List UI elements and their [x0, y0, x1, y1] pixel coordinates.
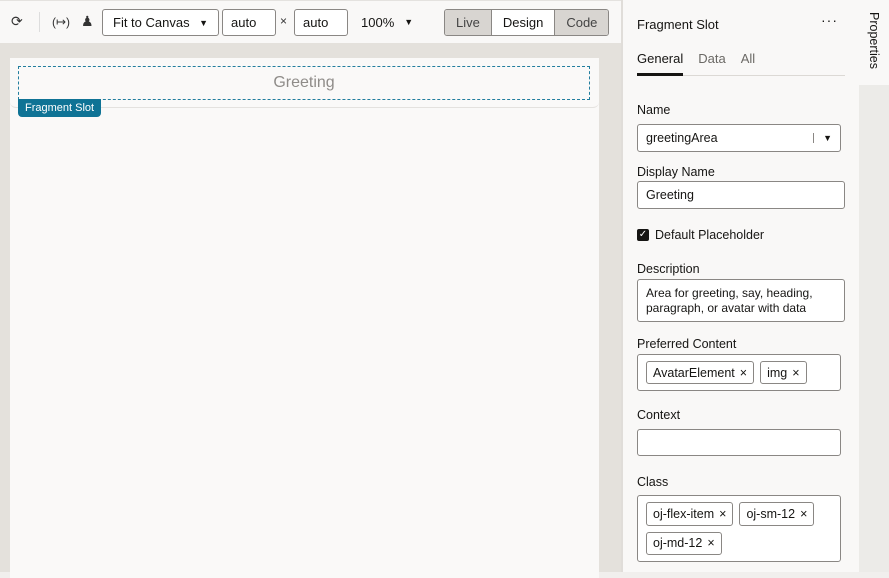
display-name-value: Greeting	[646, 188, 694, 202]
fragment-slot[interactable]: Greeting	[18, 66, 590, 100]
height-input[interactable]: auto	[294, 9, 348, 36]
class-label: Class	[637, 475, 669, 489]
mode-live[interactable]: Live	[445, 10, 491, 35]
chip-img: img ×	[760, 361, 807, 384]
context-input[interactable]	[637, 429, 841, 456]
name-label: Name	[637, 103, 671, 117]
refresh-icon[interactable]: ⟳	[11, 13, 23, 30]
zoom-dropdown[interactable]: 100% ▼	[361, 15, 413, 30]
chip-label: oj-sm-12	[746, 506, 796, 521]
chip-label: img	[767, 365, 788, 380]
chip-label: oj-md-12	[653, 536, 703, 551]
chip-class: oj-md-12 ×	[646, 531, 722, 555]
tab-general[interactable]: General	[637, 51, 684, 76]
zoom-value: 100%	[361, 15, 395, 30]
chevron-down-icon: ▼	[404, 17, 414, 27]
side-tab-label: Properties	[867, 12, 881, 69]
preferred-content-label: Preferred Content	[637, 337, 737, 351]
chip-class: oj-sm-12 ×	[739, 502, 815, 526]
name-select[interactable]: greetingArea ▼	[637, 124, 841, 152]
chip-avatarelement: AvatarElement ×	[646, 361, 755, 384]
display-name-input[interactable]: Greeting	[637, 181, 845, 209]
fit-to-canvas-dropdown[interactable]: Fit to Canvas ▼	[102, 9, 219, 36]
fragment-slot-tag: Fragment Slot	[18, 99, 102, 117]
panel-title: Fragment Slot	[637, 17, 719, 32]
slot-placeholder: Greeting	[273, 74, 335, 91]
remove-icon[interactable]: ×	[800, 507, 807, 521]
preferred-content-input[interactable]: AvatarElement × img ×	[637, 354, 841, 391]
display-name-label: Display Name	[637, 165, 715, 179]
properties-panel: Fragment Slot ··· General Data All Name …	[621, 0, 859, 572]
height-value: auto	[303, 15, 329, 30]
chip-label: oj-flex-item	[653, 506, 715, 521]
chip-class: oj-flex-item ×	[646, 502, 734, 526]
default-placeholder-label: Default Placeholder	[655, 228, 765, 242]
fit-label: Fit to Canvas	[113, 15, 190, 30]
more-icon[interactable]: ···	[821, 12, 838, 28]
mode-code[interactable]: Code	[555, 10, 609, 35]
mode-switch: Live Design Code	[444, 9, 610, 36]
description-textarea[interactable]: Area for greeting, say, heading, paragra…	[637, 279, 845, 322]
variables-icon[interactable]: (↦)	[52, 15, 70, 29]
times-icon: ×	[280, 14, 288, 28]
context-label: Context	[637, 408, 681, 422]
tab-all[interactable]: All	[741, 51, 755, 76]
design-canvas: Greeting Fragment Slot	[0, 43, 621, 578]
remove-icon[interactable]: ×	[719, 507, 726, 521]
name-value: greetingArea	[646, 131, 718, 145]
chevron-down-icon[interactable]: ▼	[813, 133, 832, 143]
chevron-down-icon: ▼	[199, 17, 208, 28]
remove-icon[interactable]: ×	[707, 536, 714, 550]
page-preview[interactable]: Greeting Fragment Slot	[10, 58, 599, 578]
properties-side-tab[interactable]: Properties	[859, 0, 889, 85]
description-value: Area for greeting, say, heading, paragra…	[646, 286, 813, 315]
default-placeholder-checkbox[interactable]: ✓ Default Placeholder	[637, 228, 764, 242]
description-label: Description	[637, 262, 700, 276]
remove-icon[interactable]: ×	[792, 366, 799, 380]
user-icon[interactable]: ♟	[81, 13, 94, 30]
remove-icon[interactable]: ×	[740, 366, 747, 380]
tab-data[interactable]: Data	[698, 51, 725, 76]
chip-label: AvatarElement	[653, 365, 735, 380]
mode-design[interactable]: Design	[490, 10, 556, 35]
class-input[interactable]: oj-flex-item × oj-sm-12 × oj-md-12 ×	[637, 495, 841, 562]
width-value: auto	[231, 15, 257, 30]
width-input[interactable]: auto	[222, 9, 276, 36]
toolbar: ⟳ (↦) ♟ Fit to Canvas ▼ auto × auto 100% ▼…	[0, 0, 621, 43]
side-tab-strip: Properties	[859, 0, 889, 572]
checkbox-checked-icon: ✓	[637, 229, 649, 241]
panel-tabs: General Data All	[637, 51, 845, 76]
divider	[39, 12, 40, 32]
